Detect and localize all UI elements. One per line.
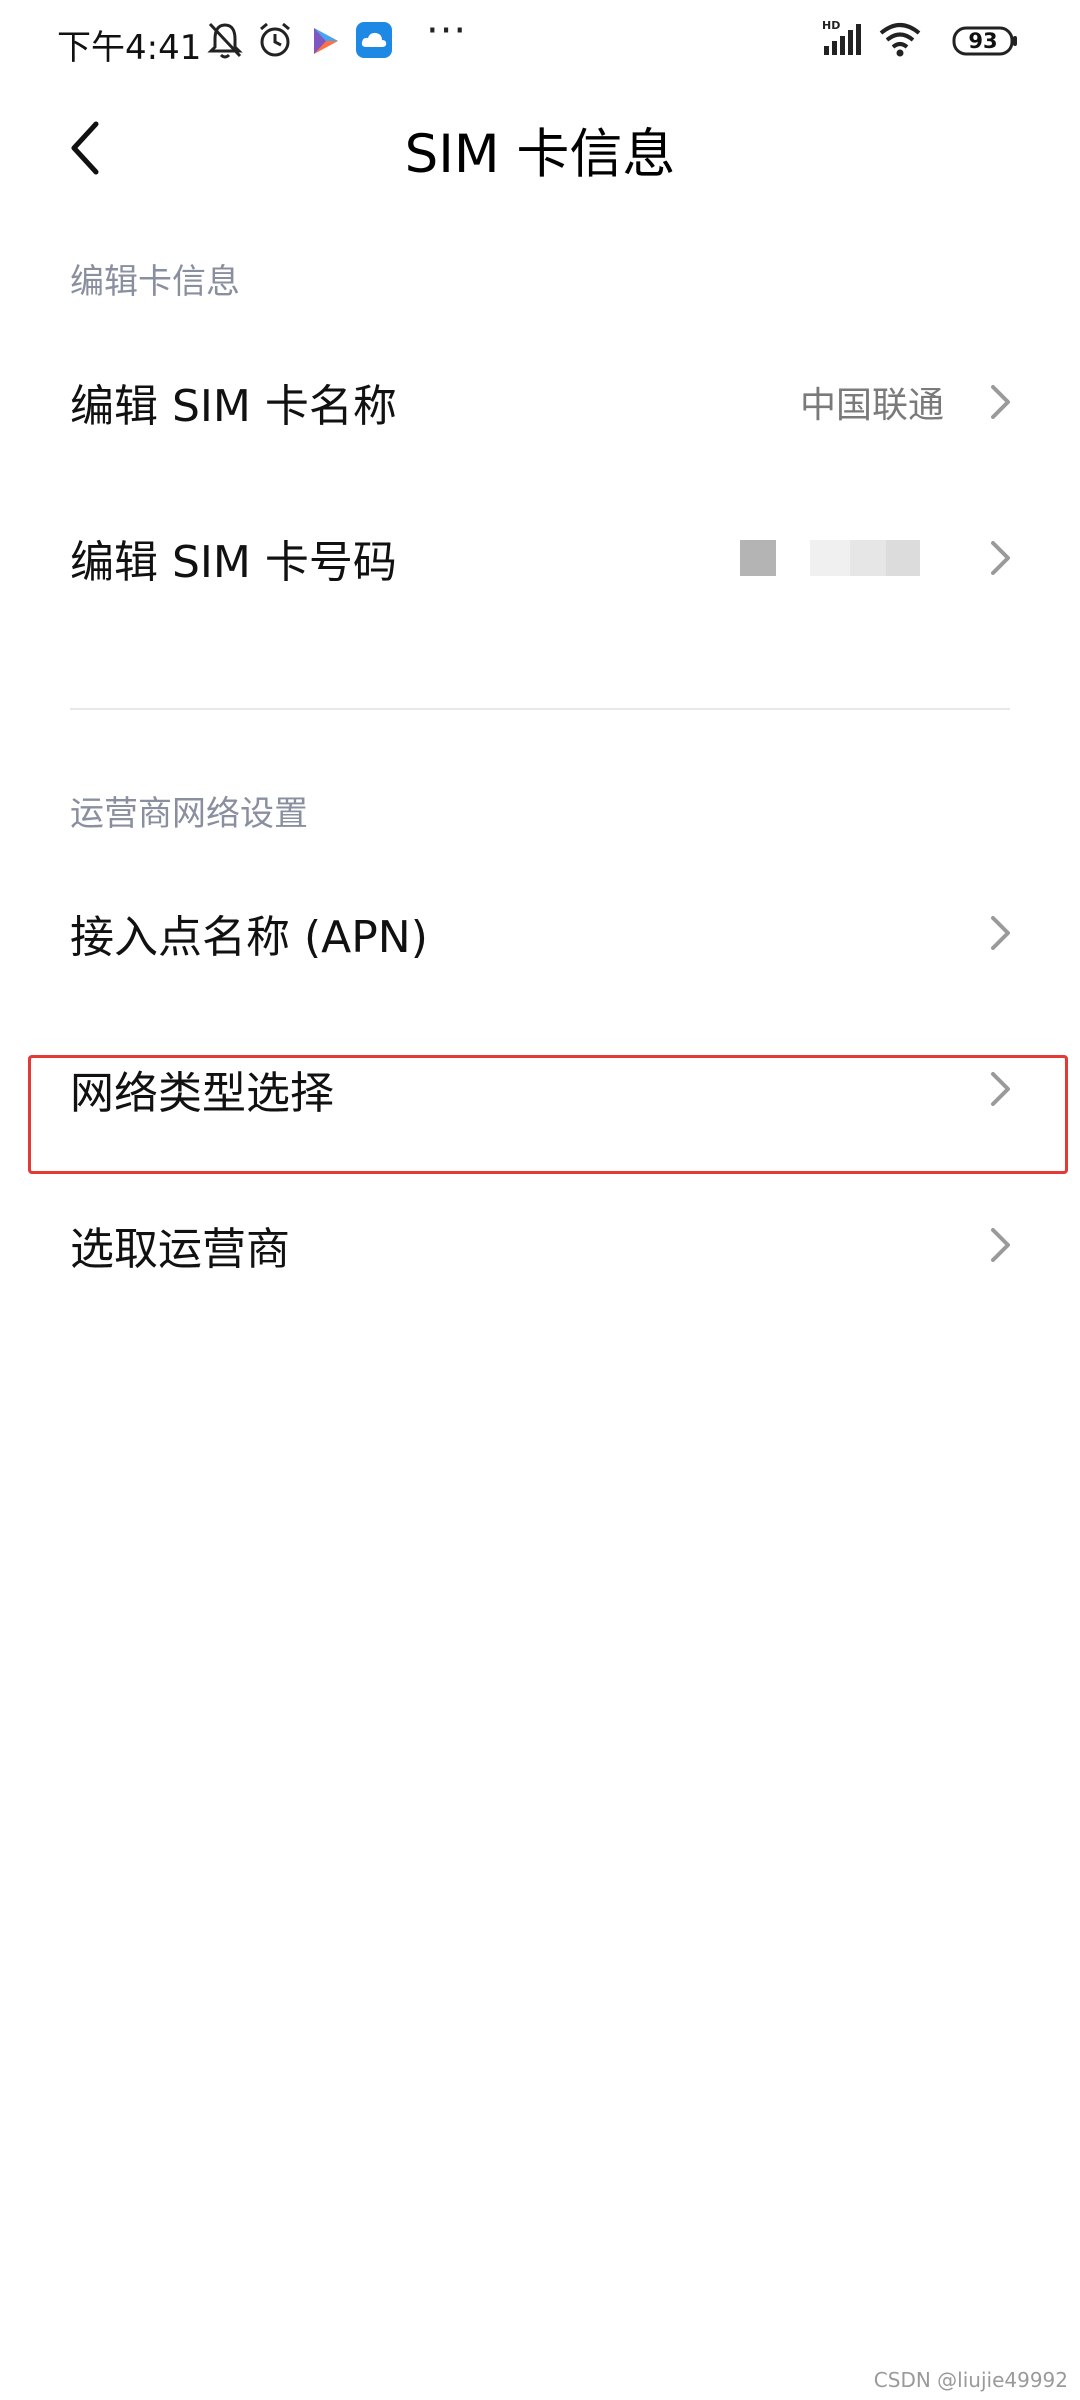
sim-number-redacted bbox=[740, 540, 920, 576]
watermark: CSDN @liujie49992 bbox=[873, 2368, 1068, 2392]
notification-muted-icon bbox=[207, 22, 243, 59]
alarm-icon bbox=[260, 22, 290, 57]
section-header-edit-card: 编辑卡信息 bbox=[70, 262, 240, 302]
battery-level: 93 bbox=[968, 29, 998, 53]
app-store-icon bbox=[314, 28, 338, 54]
select-carrier-row[interactable]: 选取运营商 bbox=[0, 1166, 1080, 1324]
chevron-right-icon bbox=[991, 916, 1010, 950]
edit-sim-number-row[interactable]: 编辑 SIM 卡号码 bbox=[0, 479, 1080, 637]
sim-name-value: 中国联通 bbox=[799, 385, 944, 426]
hd-badge: HD bbox=[822, 19, 840, 32]
highlight-annotation bbox=[28, 1055, 1068, 1174]
row-label: 接入点名称 (APN) bbox=[70, 912, 428, 963]
status-time: 下午4:41 bbox=[57, 28, 202, 68]
row-label: 选取运营商 bbox=[70, 1224, 290, 1275]
section-header-carrier-network: 运营商网络设置 bbox=[70, 794, 308, 834]
chevron-right-icon bbox=[991, 385, 1010, 419]
apn-row[interactable]: 接入点名称 (APN) bbox=[0, 854, 1080, 1012]
more-notifications-icon: ··· bbox=[426, 8, 468, 54]
row-label: 编辑 SIM 卡名称 bbox=[70, 381, 397, 432]
battery-indicator: 93 bbox=[952, 26, 1018, 56]
wifi-icon bbox=[879, 23, 921, 57]
signal-icon: HD bbox=[822, 19, 861, 55]
status-bar: 下午4:41 ··· HD 93 bbox=[0, 0, 1080, 84]
page-title: SIM 卡信息 bbox=[404, 124, 676, 185]
chevron-right-icon bbox=[991, 541, 1010, 575]
row-label: 编辑 SIM 卡号码 bbox=[70, 537, 397, 588]
cloud-icon bbox=[356, 22, 392, 58]
edit-sim-name-row[interactable]: 编辑 SIM 卡名称 中国联通 bbox=[0, 323, 1080, 481]
chevron-right-icon bbox=[991, 1228, 1010, 1262]
section-divider bbox=[70, 708, 1010, 710]
